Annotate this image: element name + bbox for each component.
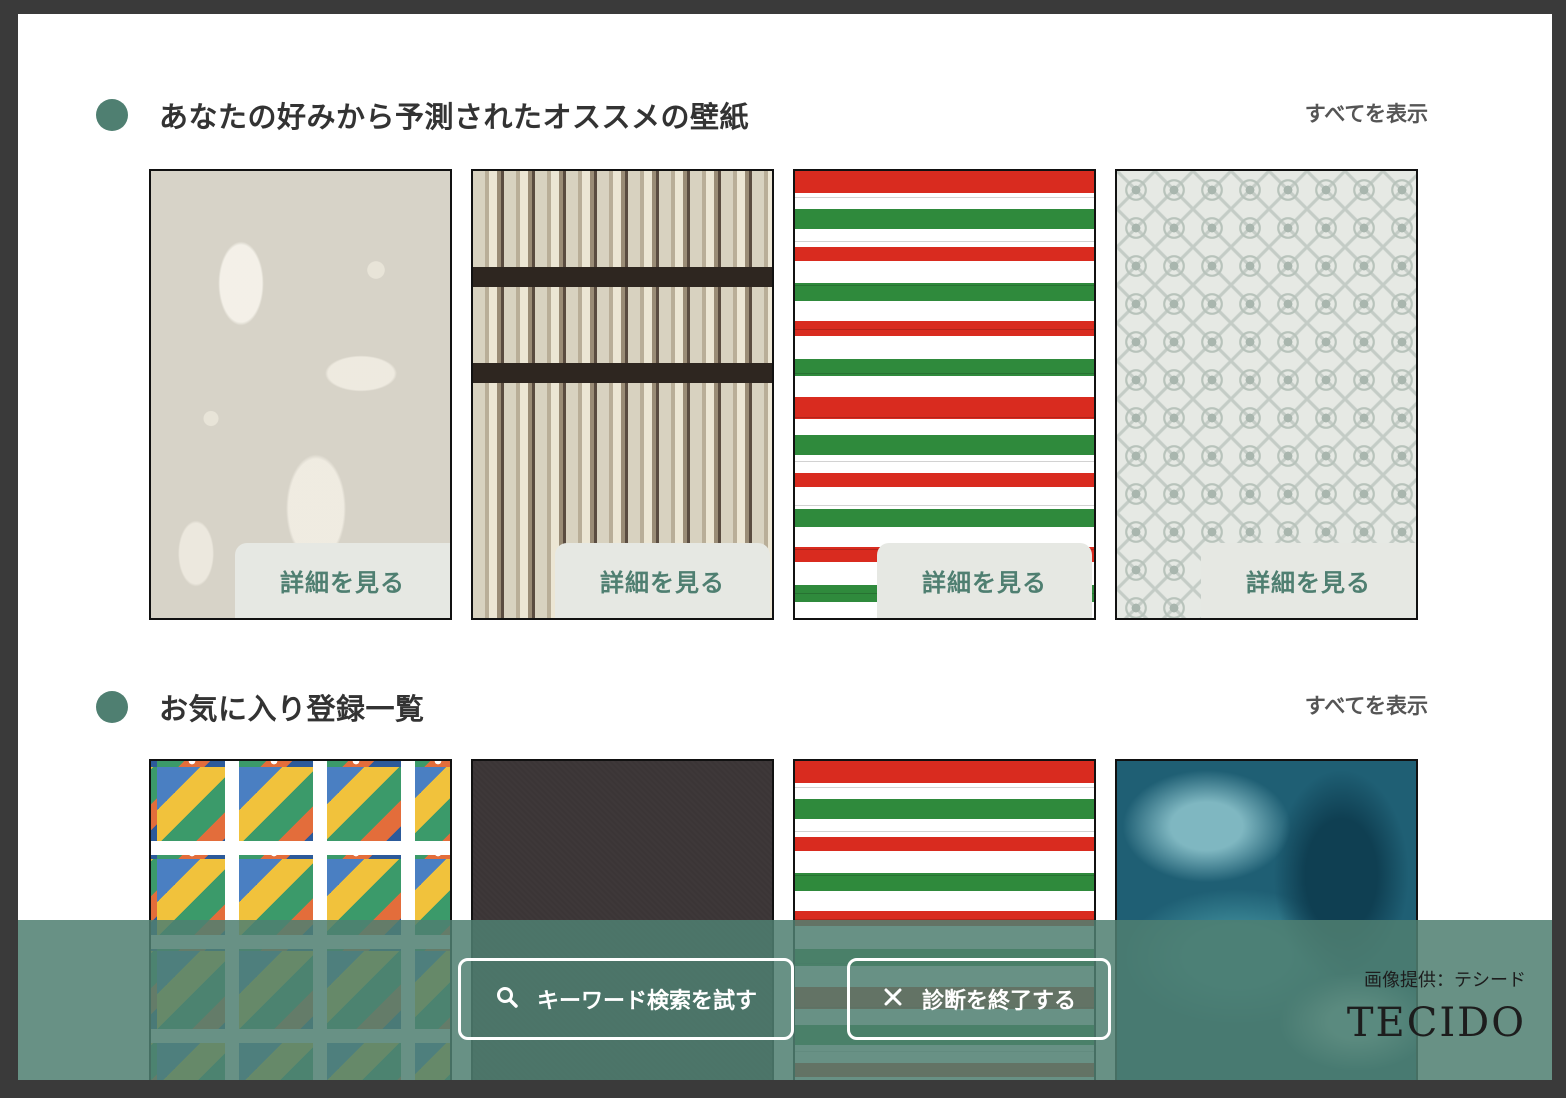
wallpaper-card-italian-stripes[interactable]: 詳細を見る xyxy=(793,169,1096,620)
app-screen: あなたの好みから予測されたオススメの壁紙 すべてを表示 詳細を見る 詳細を見る … xyxy=(18,14,1552,1080)
section-bullet-icon xyxy=(96,691,128,723)
wallpaper-card-damask[interactable]: 詳細を見る xyxy=(149,169,452,620)
favorites-section-title: お気に入り登録一覧 xyxy=(159,692,425,726)
recommended-show-all-link[interactable]: すべてを表示 xyxy=(1305,98,1428,128)
detail-button[interactable]: 詳細を見る xyxy=(235,543,450,618)
favorites-section-header: お気に入り登録一覧 すべてを表示 xyxy=(18,682,1552,732)
end-diagnosis-label: 診断を終了する xyxy=(921,989,1076,1014)
detail-button[interactable]: 詳細を見る xyxy=(1201,543,1416,618)
detail-button[interactable]: 詳細を見る xyxy=(555,543,770,618)
detail-button[interactable]: 詳細を見る xyxy=(877,543,1092,618)
tecido-logo: TECIDO xyxy=(1346,1000,1526,1046)
keyword-search-label: キーワード検索を試す xyxy=(536,989,757,1014)
wallpaper-card-bookshelf[interactable]: 詳細を見る xyxy=(471,169,774,620)
bottom-action-bar: キーワード検索を試す 診断を終了する 画像提供：テシード TECIDO xyxy=(18,920,1552,1080)
section-bullet-icon xyxy=(96,99,128,131)
search-icon xyxy=(495,985,519,1014)
wallpaper-card-green-tiles[interactable]: 詳細を見る xyxy=(1115,169,1418,620)
close-icon xyxy=(882,986,904,1013)
favorites-show-all-link[interactable]: すべてを表示 xyxy=(1305,690,1428,720)
end-diagnosis-button[interactable]: 診断を終了する xyxy=(847,958,1111,1040)
image-credit-label: 画像提供：テシード xyxy=(1364,970,1526,991)
recommended-section-header: あなたの好みから予測されたオススメの壁紙 すべてを表示 xyxy=(18,90,1552,140)
recommended-section-title: あなたの好みから予測されたオススメの壁紙 xyxy=(159,100,750,134)
keyword-search-button[interactable]: キーワード検索を試す xyxy=(458,958,794,1040)
